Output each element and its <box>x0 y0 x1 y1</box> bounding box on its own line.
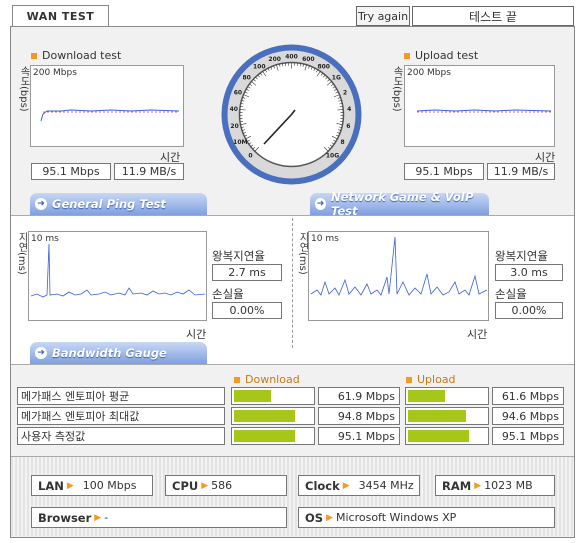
cpu-box: CPU ▶ 586 <box>165 475 287 496</box>
bw-bar-fill <box>408 390 445 402</box>
download-title: Download test <box>31 49 121 62</box>
gauge-label: 40 <box>230 106 238 113</box>
upload-chart: 200 Mbps <box>404 65 555 147</box>
browser-box: Browser ▶ - <box>31 507 287 528</box>
status-field: 테스트 끝 <box>412 6 574 26</box>
bw-bar-fill <box>408 430 469 442</box>
ping-loss-value: 0.00% <box>212 302 282 319</box>
bw-upload-header: Upload <box>406 373 456 386</box>
bw-down-value: 94.8 Mbps <box>318 407 400 425</box>
gauge-label: 400 <box>285 54 298 61</box>
gauge-label: 100 <box>253 63 266 70</box>
ping-rtt-value: 2.7 ms <box>212 264 282 281</box>
tab-general-ping[interactable]: ➜ General Ping Test <box>30 193 207 215</box>
bw-up-value: 95.1 Mbps <box>492 427 564 445</box>
ping-chart: 10 ms <box>28 231 207 321</box>
ping-x-label: 시간 <box>186 328 207 341</box>
ping-rtt-label: 왕복지연율 <box>212 249 265 263</box>
game-rtt-value: 3.0 ms <box>495 264 563 281</box>
game-loss-label: 손실율 <box>495 287 527 301</box>
wan-test-tab: WAN TEST <box>12 5 109 27</box>
game-x-label: 시간 <box>467 328 488 341</box>
game-rtt-label: 왕복지연율 <box>495 249 548 263</box>
speed-gauge: 0 10M 20 40 60 80 100 200 400 600 800 1G 2 4 6 8 10G <box>220 43 363 186</box>
bw-down-bar <box>231 427 315 445</box>
lan-box: LAN ▶ 100 Mbps <box>31 475 153 496</box>
bullet-icon <box>31 52 37 59</box>
upload-mbs: 11.9 MB/s <box>487 163 555 180</box>
game-chart: 10 ms <box>308 231 489 321</box>
upload-trace <box>416 109 552 113</box>
gauge-label: 10G <box>326 153 339 160</box>
gauge-label: 2 <box>343 89 347 96</box>
bullet-icon <box>404 52 410 59</box>
triangle-right-icon: ▶ <box>66 480 74 491</box>
arrow-right-icon: ➜ <box>315 198 326 210</box>
clock-box: Clock ▶ 3454 MHz <box>298 475 420 496</box>
tab-network-game-voip[interactable]: ➜ Network Game & VoIP Test <box>310 190 489 218</box>
try-again-button[interactable]: Try again <box>356 6 410 26</box>
gauge-label: 800 <box>317 63 330 70</box>
triangle-right-icon: ▶ <box>342 480 350 491</box>
gauge-label: 60 <box>234 89 242 96</box>
gauge-label: 20 <box>230 123 238 130</box>
download-chart: 200 Mbps <box>30 65 184 147</box>
tab-bandwidth-gauge[interactable]: ➜ Bandwidth Gauge <box>30 342 207 364</box>
arrow-right-icon: ➜ <box>35 347 47 359</box>
bw-down-value: 95.1 Mbps <box>318 427 400 445</box>
bw-up-value: 61.6 Mbps <box>492 387 564 405</box>
bullet-icon <box>234 376 240 383</box>
upload-y-label: 속도(bps) <box>391 66 402 112</box>
gauge-label: 1G <box>332 75 341 82</box>
gauge-label: 10M <box>233 139 247 146</box>
bw-up-bar <box>405 387 489 405</box>
arrow-right-icon: ➜ <box>35 198 47 210</box>
panel-divider <box>292 218 293 348</box>
gauge-label: 8 <box>341 139 345 146</box>
bw-row-label: 메가패스 엔토피아 최대값 <box>17 407 225 425</box>
bw-row-label: 메가패스 엔토피아 평균 <box>17 387 225 405</box>
bw-bar-fill <box>408 410 466 422</box>
download-trace <box>40 109 180 122</box>
upload-mbps: 95.1 Mbps <box>404 163 484 180</box>
bw-down-bar <box>231 407 315 425</box>
download-mbs: 11.9 MB/s <box>114 163 184 180</box>
triangle-right-icon: ▶ <box>474 480 482 491</box>
ram-box: RAM ▶ 1023 MB <box>435 475 555 496</box>
bw-up-bar <box>405 407 489 425</box>
bw-bar-fill <box>234 390 271 402</box>
game-loss-value: 0.00% <box>495 302 563 319</box>
bullet-icon <box>406 376 412 383</box>
gauge-label: 4 <box>347 106 351 113</box>
ping-loss-label: 손실율 <box>212 287 244 301</box>
triangle-right-icon: ▶ <box>94 512 102 523</box>
bw-down-value: 61.9 Mbps <box>318 387 400 405</box>
gauge-label: 80 <box>242 75 250 82</box>
gauge-label: 0 <box>248 153 252 160</box>
triangle-right-icon: ▶ <box>201 480 209 491</box>
bw-bar-fill <box>234 430 295 442</box>
gauge-label: 200 <box>268 56 281 63</box>
bw-up-bar <box>405 427 489 445</box>
ping-trace <box>30 243 206 298</box>
os-box: OS ▶ Microsoft Windows XP <box>298 507 555 528</box>
bw-down-bar <box>231 387 315 405</box>
ping-y-label: 지연(ms) <box>16 232 27 275</box>
triangle-right-icon: ▶ <box>326 512 333 523</box>
download-mbps: 95.1 Mbps <box>31 163 111 180</box>
game-trace <box>310 236 488 296</box>
bw-up-value: 94.6 Mbps <box>492 407 564 425</box>
bw-row-label: 사용자 측정값 <box>17 427 225 445</box>
bw-download-header: Download <box>234 373 300 386</box>
download-y-label: 속도(bps) <box>18 66 29 112</box>
upload-title: Upload test <box>404 49 478 62</box>
gauge-label: 6 <box>346 123 350 130</box>
gauge-label: 600 <box>302 56 315 63</box>
bw-bar-fill <box>234 410 295 422</box>
